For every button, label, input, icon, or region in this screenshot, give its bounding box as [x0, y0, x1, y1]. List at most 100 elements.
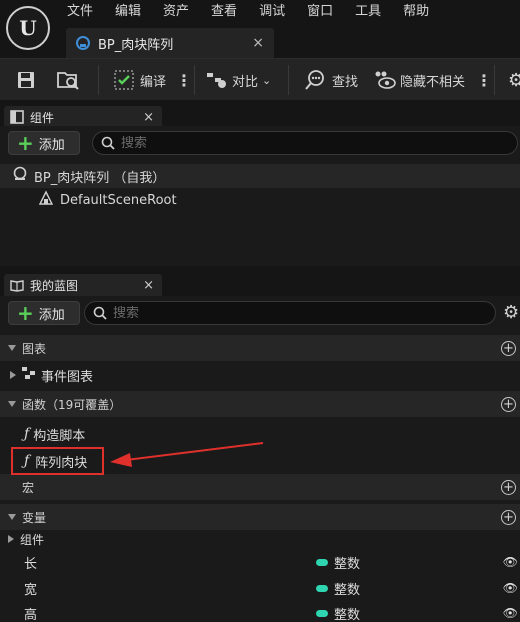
add-function-icon[interactable]: + — [501, 396, 516, 412]
graphs-section-label: 图表 — [22, 341, 47, 356]
macros-section-label: 宏 — [22, 480, 35, 495]
add-variable-icon[interactable]: + — [501, 509, 516, 525]
hide-unrelated-button[interactable]: 隐藏不相关 — [374, 67, 465, 93]
variable-row[interactable]: 长 整数 👁 — [0, 549, 520, 575]
add-graph-icon[interactable]: + — [501, 340, 516, 356]
function-icon: ƒ — [24, 426, 30, 442]
close-icon[interactable]: × — [252, 35, 264, 51]
find-label: 查找 — [332, 74, 359, 90]
menu-window[interactable]: 窗口 — [296, 2, 344, 22]
eye-icon[interactable]: 👁 — [503, 606, 518, 620]
variable-type[interactable]: 整数 — [316, 579, 360, 598]
functions-section-label: 函数（19可覆盖） — [22, 397, 122, 412]
blueprint-icon — [76, 36, 90, 50]
compile-label: 编译 — [140, 74, 167, 90]
save-icon — [18, 72, 34, 88]
toolbar-divider — [288, 65, 289, 95]
plus-icon: + — [17, 301, 34, 325]
annotation-arrow-icon — [110, 442, 264, 467]
tab-title: BP_肉块阵列 — [98, 37, 174, 53]
components-tab-icon — [10, 110, 24, 124]
menu-debug[interactable]: 调试 — [248, 2, 296, 22]
menu-edit[interactable]: 编辑 — [104, 2, 152, 22]
collapse-arrow-icon — [8, 345, 16, 351]
hide-unrelated-icon — [375, 71, 396, 89]
actor-icon — [12, 166, 28, 186]
my-blueprint-search-input[interactable] — [113, 305, 453, 321]
variables-section[interactable]: 变量 + — [0, 504, 520, 530]
component-root-label: DefaultSceneRoot — [60, 192, 177, 208]
variable-category-components[interactable]: 组件 — [0, 528, 520, 550]
component-tree-item-root[interactable]: DefaultSceneRoot — [0, 188, 520, 212]
diff-button[interactable]: 对比 ⌄ — [206, 67, 271, 93]
variable-name: 宽 — [24, 582, 38, 598]
settings-gear-icon[interactable]: ⚙ — [503, 302, 519, 323]
event-graph-label: 事件图表 — [41, 369, 94, 385]
integer-type-pill-icon — [316, 558, 328, 566]
browse-button[interactable] — [56, 67, 80, 93]
compile-options-icon[interactable]: ⋮ — [176, 67, 192, 93]
variable-row[interactable]: 宽 整数 👁 — [0, 575, 520, 601]
functions-section[interactable]: 函数（19可覆盖） + — [0, 391, 520, 417]
eye-icon[interactable]: 👁 — [503, 581, 518, 595]
integer-type-pill-icon — [316, 584, 328, 592]
settings-gear-icon[interactable]: ⚙ — [508, 67, 520, 93]
collapse-arrow-icon — [8, 514, 16, 520]
construction-script-label: 构造脚本 — [33, 428, 86, 444]
my-blueprint-panel-title: 我的蓝图 — [30, 278, 79, 293]
add-member-label: 添加 — [38, 307, 65, 323]
menu-help[interactable]: 帮助 — [392, 2, 440, 22]
variable-type[interactable]: 整数 — [316, 553, 360, 572]
menu-bar: 文件 编辑 资产 查看 调试 窗口 工具 帮助 — [56, 2, 440, 22]
compile-icon — [114, 70, 134, 90]
menu-asset[interactable]: 资产 — [152, 2, 200, 22]
close-icon[interactable]: × — [143, 278, 154, 293]
highlight-annotation-box — [11, 447, 104, 475]
event-graph-icon — [22, 366, 36, 384]
menu-view[interactable]: 查看 — [200, 2, 248, 22]
macros-section[interactable]: 宏 + — [0, 474, 520, 500]
menu-tools[interactable]: 工具 — [344, 2, 392, 22]
tab-my-blueprint[interactable]: 我的蓝图 × — [4, 274, 162, 296]
find-button[interactable]: 查找 — [304, 67, 358, 93]
compile-button[interactable]: 编译 — [114, 67, 166, 93]
scene-root-icon — [38, 190, 54, 210]
toolbar-divider — [98, 65, 99, 95]
menu-file[interactable]: 文件 — [56, 2, 104, 22]
collapse-arrow-icon — [8, 401, 16, 407]
components-panel: + 添加 BP_肉块阵列 （自我） DefaultSceneRoot — [0, 126, 520, 266]
components-search-box — [92, 131, 518, 155]
tab-blueprint[interactable]: BP_肉块阵列 × — [66, 28, 274, 58]
add-member-button[interactable]: + 添加 — [8, 301, 80, 325]
close-icon[interactable]: × — [143, 110, 154, 125]
diff-icon — [207, 73, 226, 88]
event-graph-item[interactable]: 事件图表 — [0, 362, 520, 388]
expand-arrow-icon — [8, 535, 14, 543]
components-search-input[interactable] — [121, 135, 461, 151]
variable-type[interactable]: 整数 — [316, 604, 360, 622]
graphs-section[interactable]: 图表 + — [0, 335, 520, 361]
find-icon — [305, 70, 324, 90]
search-icon — [93, 306, 107, 320]
my-blueprint-panel-header: 我的蓝图 × — [0, 272, 520, 296]
components-panel-header: 组件 × — [0, 104, 520, 128]
toolbar: 编译 ⋮ 对比 ⌄ 查找 隐藏不相关 ⋮ ⚙ — [0, 58, 520, 100]
diff-label: 对比 — [232, 74, 259, 90]
variable-row[interactable]: 高 整数 👁 — [0, 600, 520, 622]
variables-section-label: 变量 — [22, 510, 47, 525]
toolbar-divider — [494, 65, 495, 95]
component-tree-item-self[interactable]: BP_肉块阵列 （自我） — [0, 164, 520, 188]
toolbar-divider — [194, 65, 195, 95]
add-component-button[interactable]: + 添加 — [8, 131, 80, 155]
save-button[interactable] — [16, 67, 36, 93]
integer-type-pill-icon — [316, 609, 328, 617]
add-macro-icon[interactable]: + — [501, 479, 516, 495]
plus-icon: + — [17, 131, 34, 155]
search-icon — [101, 136, 115, 150]
components-panel-title: 组件 — [30, 110, 55, 125]
tab-components[interactable]: 组件 × — [4, 106, 162, 128]
variable-category-label: 组件 — [20, 532, 45, 547]
more-options-icon[interactable]: ⋮ — [476, 67, 492, 93]
unreal-logo-icon[interactable]: U — [6, 6, 50, 50]
eye-icon[interactable]: 👁 — [503, 555, 518, 569]
